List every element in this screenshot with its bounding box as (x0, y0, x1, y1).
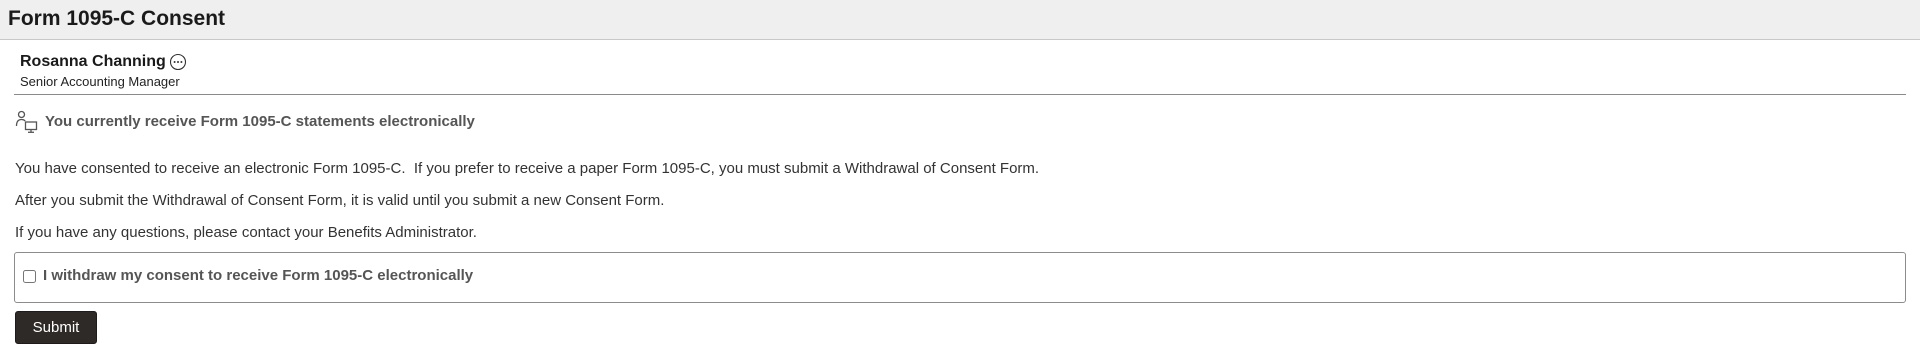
ellipsis-circle-icon[interactable] (169, 53, 187, 71)
title-bar: Form 1095-C Consent (0, 0, 1920, 40)
withdraw-consent-text: I withdraw my consent to receive Form 10… (43, 267, 474, 284)
questions-paragraph: If you have any questions, please contac… (15, 224, 477, 241)
header-divider (14, 94, 1906, 95)
consent-status: You currently receive Form 1095-C statem… (15, 110, 475, 134)
employee-job-title: Senior Accounting Manager (20, 74, 180, 89)
employee-name: Rosanna Channing (20, 53, 166, 70)
person-computer-icon (15, 110, 39, 134)
consent-paragraph: You have consented to receive an electro… (15, 160, 1040, 177)
submit-button[interactable]: Submit (15, 311, 97, 344)
withdraw-consent-group: I withdraw my consent to receive Form 10… (14, 252, 1906, 303)
withdrawal-paragraph: After you submit the Withdrawal of Conse… (15, 192, 665, 209)
page-title: Form 1095-C Consent (8, 7, 226, 30)
employee-name-row: Rosanna Channing (20, 53, 187, 71)
withdraw-consent-label[interactable]: I withdraw my consent to receive Form 10… (23, 267, 473, 285)
employee-header: Rosanna Channing Senior Accounting Manag… (20, 53, 187, 89)
withdraw-consent-checkbox[interactable] (23, 269, 36, 283)
status-text: You currently receive Form 1095-C statem… (45, 113, 475, 130)
